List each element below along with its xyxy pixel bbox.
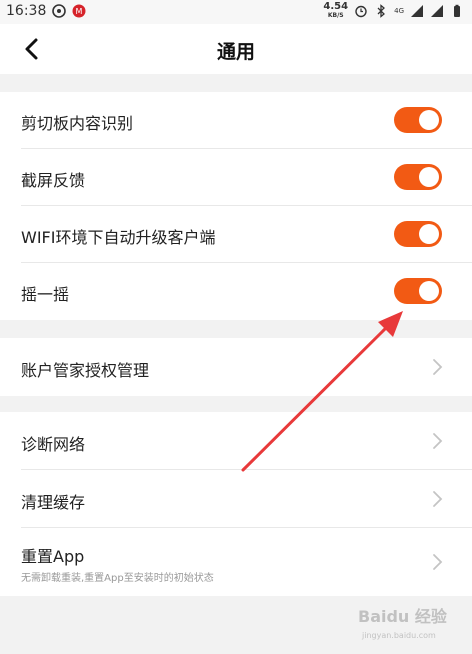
baidu-jingyan-watermark: Baidu 经验 jingyan.baidu.com <box>358 607 448 640</box>
bluetooth-icon <box>377 3 386 18</box>
setting-label: 剪切板内容识别 <box>21 114 134 133</box>
setting-row-reset-app[interactable]: 重置App 无需卸载重装,重置App至安装时的初始状态 <box>0 528 472 596</box>
setting-row-account-authorization[interactable]: 账户管家授权管理 <box>0 338 472 396</box>
chevron-right-icon[interactable] <box>430 432 444 450</box>
chevron-right-icon[interactable] <box>430 358 444 376</box>
setting-label: WIFI环境下自动升级客户端 <box>21 228 216 247</box>
app-notification-icon: M <box>72 4 86 18</box>
setting-row-shake: 摇一摇 <box>0 263 472 320</box>
setting-row-wifi-auto-upgrade: WIFI环境下自动升级客户端 <box>0 206 472 263</box>
network-speed-unit: KB/S <box>327 12 344 19</box>
toggle-knob <box>419 281 439 301</box>
chevron-right-icon[interactable] <box>430 490 444 508</box>
alarm-icon <box>355 5 367 17</box>
shake-toggle[interactable] <box>394 278 442 304</box>
netease-music-icon <box>52 4 67 18</box>
setting-label: 截屏反馈 <box>21 171 86 190</box>
misc-settings-group: 诊断网络 清理缓存 重置App 无需卸载重装,重置App至安装时的初始状态 <box>0 412 472 596</box>
account-settings-group: 账户管家授权管理 <box>0 338 472 396</box>
status-bar: 16:38 M 4.54 KB/S 4G <box>0 0 472 24</box>
setting-label: 诊断网络 <box>21 435 86 454</box>
setting-row-diagnose-network[interactable]: 诊断网络 <box>0 412 472 470</box>
svg-text:M: M <box>76 7 83 16</box>
watermark-subtext: jingyan.baidu.com <box>361 631 436 640</box>
setting-row-clipboard-recognition: 剪切板内容识别 <box>0 92 472 149</box>
toggle-settings-group: 剪切板内容识别 截屏反馈 WIFI环境下自动升级客户端 摇一摇 <box>0 92 472 320</box>
chevron-right-icon[interactable] <box>430 553 444 571</box>
setting-label: 账户管家授权管理 <box>21 361 150 380</box>
network-speed: 4.54 KB/S <box>323 1 349 20</box>
wifi-auto-upgrade-toggle[interactable] <box>394 221 442 247</box>
setting-label: 摇一摇 <box>21 285 70 304</box>
setting-sublabel: 无需卸载重装,重置App至安装时的初始状态 <box>21 573 214 584</box>
toggle-knob <box>419 167 439 187</box>
setting-label: 清理缓存 <box>21 493 86 512</box>
signal-strength-icon <box>411 4 423 17</box>
page-title: 通用 <box>216 41 255 63</box>
status-time: 16:38 <box>6 3 47 19</box>
screenshot-feedback-toggle[interactable] <box>394 164 442 190</box>
toggle-knob <box>419 110 439 130</box>
setting-label: 重置App <box>21 547 85 566</box>
network-speed-value: 4.54 <box>323 1 349 12</box>
watermark-text: Baidu 经验 <box>358 607 448 626</box>
status-right: 4.54 KB/S 4G <box>323 2 464 19</box>
setting-row-clear-cache[interactable]: 清理缓存 <box>0 470 472 528</box>
nav-bar: 通用 <box>0 24 472 74</box>
signal-strength-icon-2 <box>431 4 443 17</box>
clipboard-recognition-toggle[interactable] <box>394 107 442 133</box>
setting-row-screenshot-feedback: 截屏反馈 <box>0 149 472 206</box>
battery-icon <box>454 4 460 17</box>
status-left: 16:38 M <box>6 3 86 19</box>
toggle-knob <box>419 224 439 244</box>
signal-label: 4G <box>394 6 404 15</box>
